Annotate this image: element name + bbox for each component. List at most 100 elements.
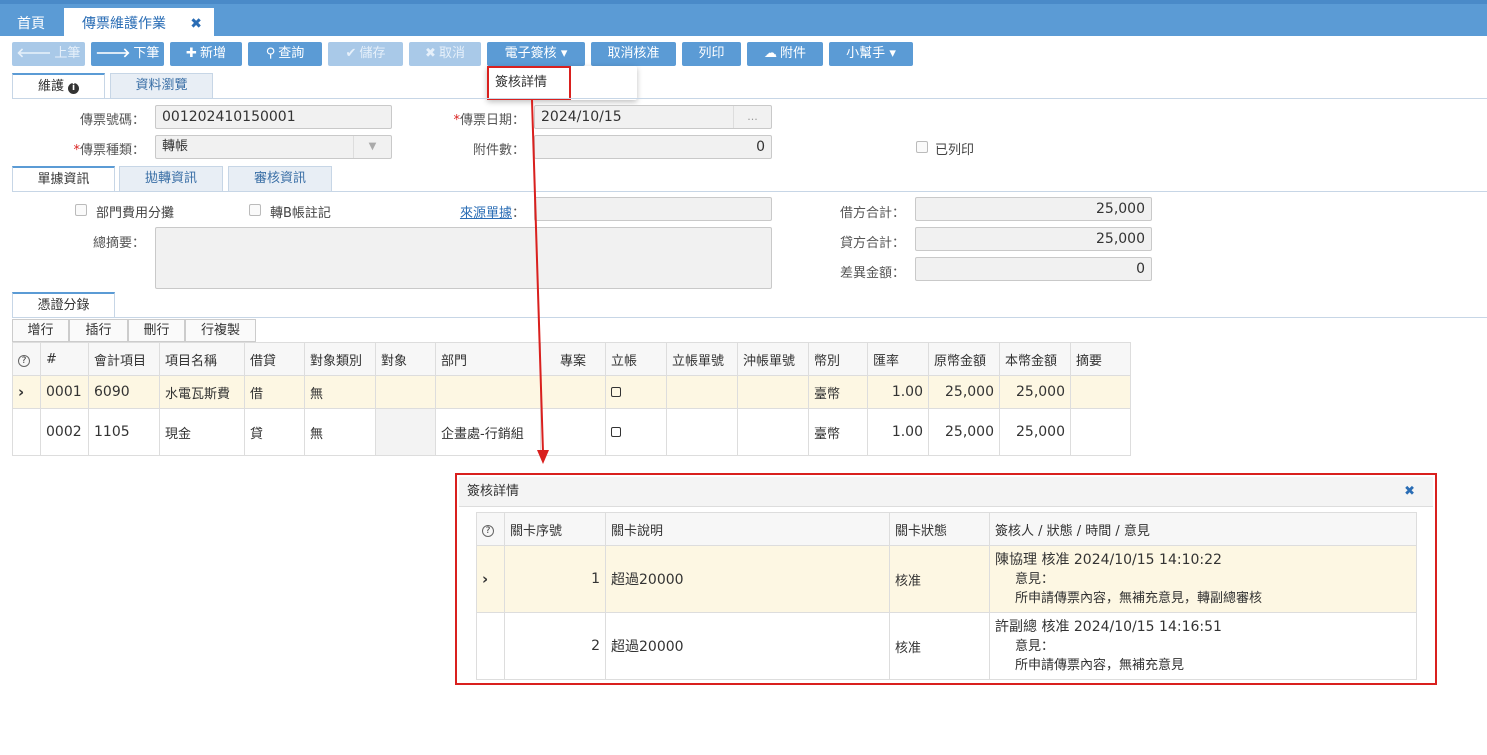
tab-browse[interactable]: 資料瀏覽 xyxy=(110,73,213,98)
chevron-down-icon[interactable]: ▼ xyxy=(353,136,391,158)
uncheck-approval-button[interactable]: 取消核准 xyxy=(591,42,676,66)
tab-home[interactable]: 首頁 xyxy=(0,8,62,40)
cell-desc[interactable]: 超過20000 xyxy=(605,612,890,680)
voucher-date-input[interactable]: 2024/10/15... xyxy=(534,105,772,129)
prev-button[interactable]: 🡐 上筆 xyxy=(12,42,85,66)
close-icon[interactable]: ✖ xyxy=(1404,477,1415,507)
cell-orig-amt[interactable]: 25,000 xyxy=(928,408,1000,456)
cell-status[interactable]: 核准 xyxy=(889,612,990,680)
cell-signer[interactable]: 陳協理 核准 2024/10/15 14:10:22 意見： 所申請傳票內容，無… xyxy=(989,545,1417,613)
cell-account[interactable]: 6090 xyxy=(88,375,160,409)
tab-maintain[interactable]: 維護 i xyxy=(12,73,105,98)
col-header[interactable]: 幣別 xyxy=(808,342,868,376)
insert-row-button[interactable]: 插行 xyxy=(69,319,128,342)
cell-seq[interactable]: 2 xyxy=(504,612,606,680)
cell-dept[interactable] xyxy=(435,375,541,409)
cell-project[interactable] xyxy=(540,375,606,409)
tab-voucher-entries[interactable]: 憑證分錄 xyxy=(12,292,115,317)
source-doc-input[interactable] xyxy=(534,197,772,221)
credit-total-input[interactable]: 25,000 xyxy=(915,227,1152,251)
cell-dept[interactable]: 企畫處-行銷組 xyxy=(435,408,541,456)
col-header[interactable]: 部門 xyxy=(435,342,541,376)
col-header[interactable]: 本幣金額 xyxy=(999,342,1071,376)
next-button[interactable]: 🡒 下筆 xyxy=(91,42,164,66)
table-row[interactable]: 2 超過20000 核准 許副總 核准 2024/10/15 14:16:51 … xyxy=(476,612,1417,680)
tab-doc-info[interactable]: 單據資訊 xyxy=(12,166,115,191)
add-button[interactable]: ✚ 新增 xyxy=(170,42,242,66)
cell-obj-type[interactable]: 無 xyxy=(304,408,376,456)
cell-no[interactable]: 0001 xyxy=(40,375,89,409)
table-row[interactable]: › 1 超過20000 核准 陳協理 核准 2024/10/15 14:10:2… xyxy=(476,545,1417,613)
cell-rate[interactable]: 1.00 xyxy=(867,375,929,409)
row-selector-chevron-icon[interactable]: › xyxy=(476,545,505,613)
dept-alloc-checkbox[interactable] xyxy=(75,204,87,216)
helper-dropdown-button[interactable]: 小幫手 ▾ xyxy=(829,42,913,66)
cell-local-amt[interactable]: 25,000 xyxy=(999,375,1071,409)
voucher-no-input[interactable]: 001202410150001 xyxy=(155,105,392,129)
menu-item-sign-details[interactable]: 簽核詳情 xyxy=(487,66,571,100)
print-button[interactable]: 列印 xyxy=(682,42,741,66)
cell-status[interactable]: 核准 xyxy=(889,545,990,613)
col-header[interactable]: # xyxy=(40,342,89,376)
summary-textarea[interactable] xyxy=(155,227,772,289)
cell-settle-no[interactable] xyxy=(737,408,809,456)
col-header[interactable]: 對象類別 xyxy=(304,342,376,376)
cell-dc[interactable]: 貸 xyxy=(244,408,305,456)
cell-dc[interactable]: 借 xyxy=(244,375,305,409)
query-button[interactable]: ⚲ 查詢 xyxy=(248,42,322,66)
add-row-button[interactable]: 增行 xyxy=(12,319,69,342)
table-row[interactable]: › 0001 6090 水電瓦斯費 借 無 臺幣 1.00 25,000 25,… xyxy=(12,375,1131,409)
col-header[interactable]: 立帳單號 xyxy=(666,342,738,376)
col-header[interactable]: 沖帳單號 xyxy=(737,342,809,376)
cell-project[interactable] xyxy=(540,408,606,456)
col-header[interactable]: 原幣金額 xyxy=(928,342,1000,376)
col-header[interactable]: 專案 xyxy=(540,342,606,376)
printed-checkbox[interactable] xyxy=(916,141,928,153)
col-header[interactable]: 關卡序號 xyxy=(504,512,606,546)
cell-open-no[interactable] xyxy=(666,408,738,456)
row-selector[interactable] xyxy=(476,612,505,680)
cancel-button[interactable]: ✖ 取消 xyxy=(409,42,481,66)
col-header[interactable]: 立帳 xyxy=(605,342,667,376)
cell-local-amt[interactable]: 25,000 xyxy=(999,408,1071,456)
esign-dropdown-button[interactable]: 電子簽核 ▾ xyxy=(487,42,585,66)
help-icon[interactable]: ? xyxy=(476,512,505,546)
row-selector[interactable] xyxy=(12,408,41,456)
tab-voucher-maintenance[interactable]: 傳票維護作業 ✖ xyxy=(64,8,214,40)
cell-settle-no[interactable] xyxy=(737,375,809,409)
col-header[interactable]: 關卡說明 xyxy=(605,512,890,546)
cell-name[interactable]: 現金 xyxy=(159,408,245,456)
col-header[interactable]: 匯率 xyxy=(867,342,929,376)
table-row[interactable]: 0002 1105 現金 貸 無 企畫處-行銷組 臺幣 1.00 25,000 … xyxy=(12,408,1131,456)
cell-rate[interactable]: 1.00 xyxy=(867,408,929,456)
cell-open-no[interactable] xyxy=(666,375,738,409)
cell-desc[interactable]: 超過20000 xyxy=(605,545,890,613)
diff-input[interactable]: 0 xyxy=(915,257,1152,281)
cell-signer[interactable]: 許副總 核准 2024/10/15 14:16:51 意見： 所申請傳票內容，無… xyxy=(989,612,1417,680)
debit-total-input[interactable]: 25,000 xyxy=(915,197,1152,221)
tab-transfer-info[interactable]: 拋轉資訊 xyxy=(119,166,223,191)
b-account-checkbox[interactable] xyxy=(249,204,261,216)
tab-audit-info[interactable]: 審核資訊 xyxy=(228,166,332,191)
cell-account[interactable]: 1105 xyxy=(88,408,160,456)
cell-obj-type[interactable]: 無 xyxy=(304,375,376,409)
cell-memo[interactable] xyxy=(1070,375,1131,409)
cell-currency[interactable]: 臺幣 xyxy=(808,408,868,456)
copy-row-button[interactable]: 行複製 xyxy=(185,319,256,342)
attach-count-input[interactable]: 0 xyxy=(534,135,772,159)
col-header[interactable]: 對象 xyxy=(375,342,436,376)
date-picker-button[interactable]: ... xyxy=(733,106,771,128)
source-doc-link[interactable]: 來源單據 xyxy=(460,206,512,221)
cell-currency[interactable]: 臺幣 xyxy=(808,375,868,409)
help-icon[interactable]: ? xyxy=(12,342,41,376)
col-header[interactable]: 項目名稱 xyxy=(159,342,245,376)
cell-open-checkbox[interactable] xyxy=(605,408,667,456)
save-button[interactable]: ✔ 儲存 xyxy=(328,42,403,66)
cell-name[interactable]: 水電瓦斯費 xyxy=(159,375,245,409)
col-header[interactable]: 關卡狀態 xyxy=(889,512,990,546)
col-header[interactable]: 會計項目 xyxy=(88,342,160,376)
delete-row-button[interactable]: 刪行 xyxy=(128,319,185,342)
cell-obj[interactable] xyxy=(375,375,436,409)
cell-seq[interactable]: 1 xyxy=(504,545,606,613)
cell-open-checkbox[interactable] xyxy=(605,375,667,409)
